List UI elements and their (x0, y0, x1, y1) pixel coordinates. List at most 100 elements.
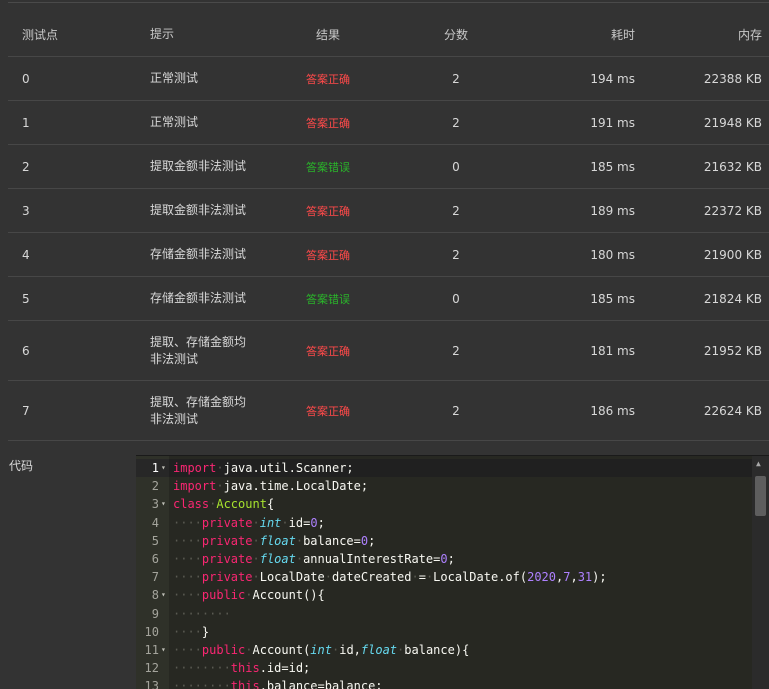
header-time: 耗时 (610, 27, 635, 42)
test-point-id: 1 (22, 115, 30, 130)
test-results-table: 测试点 提示 结果 分数 耗时 内存 0 正常测试 答案正确 2 194 ms 22388… (8, 12, 769, 441)
code-text: ····public·Account(){ (173, 588, 325, 603)
code-text: ········this.id=id; (173, 661, 311, 676)
time-cell: 180 ms (590, 247, 635, 262)
hint-cell: 提取金额非法测试 (150, 189, 246, 232)
code-text: ····private·int·id=0; (173, 515, 325, 530)
result-status: 答案正确 (306, 116, 350, 130)
header-test-point: 测试点 (22, 27, 59, 42)
line-number: 8 (151, 588, 159, 603)
code-line[interactable]: 10 ····} (136, 623, 752, 641)
time-cell: 185 ms (590, 159, 635, 174)
code-line[interactable]: 7 ····private·LocalDate·dateCreated·=·Loc… (136, 568, 752, 586)
score-cell: 0 (452, 159, 460, 174)
code-line[interactable]: 6 ····private·float·annualInterestRate=0; (136, 550, 752, 568)
memory-cell: 21824 KB (703, 291, 762, 306)
result-status: 答案正确 (306, 248, 350, 262)
test-point-id: 7 (22, 403, 30, 418)
result-status: 答案正确 (306, 404, 350, 418)
hint-line: 非法测试 (150, 351, 199, 366)
table-row: 6 提取、存储金额均 非法测试 答案正确 2 181 ms 21952 KB (8, 321, 769, 381)
table-row: 5 存储金额非法测试 答案错误 0 185 ms 21824 KB (8, 277, 769, 321)
memory-cell: 21952 KB (703, 343, 762, 358)
line-number: 4 (151, 515, 159, 530)
line-number: 2 (151, 479, 159, 494)
score-cell: 2 (452, 115, 460, 130)
code-line[interactable]: 12 ········this.id=id; (136, 659, 752, 677)
code-line[interactable]: 2 import·java.time.LocalDate; (136, 477, 752, 495)
line-number: 11 (144, 643, 159, 657)
test-point-id: 0 (22, 71, 30, 86)
hint-cell: 提取、存储金额均 非法测试 (150, 321, 246, 380)
code-line[interactable]: 4 ····private·int·id=0; (136, 514, 752, 532)
test-point-id: 6 (22, 343, 30, 358)
memory-cell: 22388 KB (703, 71, 762, 86)
time-cell: 191 ms (590, 115, 635, 130)
memory-cell: 22372 KB (703, 203, 762, 218)
code-text: ····public·Account(int·id,float·balance)… (173, 643, 470, 657)
table-row: 2 提取金额非法测试 答案错误 0 185 ms 21632 KB (8, 145, 769, 189)
code-text: ····} (173, 624, 210, 639)
hint-cell: 提取金额非法测试 (150, 145, 246, 188)
hint-cell: 正常测试 (150, 101, 198, 144)
result-status: 答案正确 (306, 72, 350, 86)
table-row: 1 正常测试 答案正确 2 191 ms 21948 KB (8, 101, 769, 145)
memory-cell: 21632 KB (703, 159, 762, 174)
score-cell: 2 (452, 203, 460, 218)
score-cell: 2 (452, 403, 460, 418)
table-row: 3 提取金额非法测试 答案正确 2 189 ms 22372 KB (8, 189, 769, 233)
vertical-scrollbar[interactable]: ▲ (752, 456, 769, 689)
fold-arrow-icon[interactable]: ▾ (161, 495, 166, 513)
hint-cell: 正常测试 (150, 57, 198, 100)
code-line[interactable]: 8 ▾ ····public·Account(){ (136, 586, 752, 604)
fold-arrow-icon[interactable]: ▾ (161, 641, 166, 659)
header-score: 分数 (443, 27, 468, 42)
table-row: 4 存储金额非法测试 答案正确 2 180 ms 21900 KB (8, 233, 769, 277)
test-point-id: 5 (22, 291, 30, 306)
code-line[interactable]: 5 ····private·float·balance=0; (136, 532, 752, 550)
code-line[interactable]: 9 ········ (136, 605, 752, 623)
hint-text: 正常测试 (150, 115, 199, 129)
hint-text: 存储金额非法测试 (150, 247, 247, 261)
score-cell: 2 (452, 71, 460, 86)
code-line[interactable]: 13 ········this.balance=balance; (136, 677, 752, 689)
hint-line: 非法测试 (150, 411, 199, 426)
code-label: 代码 (9, 459, 34, 473)
score-cell: 2 (452, 247, 460, 262)
line-number: 1 (151, 461, 159, 475)
line-number: 9 (151, 606, 159, 621)
fold-arrow-icon[interactable]: ▾ (161, 459, 166, 477)
memory-cell: 21948 KB (703, 115, 762, 130)
code-line[interactable]: 1 ▾ import·java.util.Scanner; (136, 459, 752, 477)
code-text: import·java.util.Scanner; (173, 461, 354, 475)
code-line[interactable]: 11 ▾ ····public·Account(int·id,float·balan… (136, 641, 752, 659)
result-status: 答案错误 (306, 160, 350, 174)
test-point-id: 3 (22, 203, 30, 218)
code-text: class·Account{ (173, 497, 275, 512)
hint-cell: 存储金额非法测试 (150, 277, 246, 320)
code-text: import·java.time.LocalDate; (173, 479, 369, 494)
test-point-id: 4 (22, 247, 30, 262)
header-memory: 内存 (737, 27, 762, 42)
top-divider (8, 2, 769, 3)
code-editor[interactable]: 1 ▾ import·java.util.Scanner; 2 import·java.… (136, 455, 769, 689)
line-number: 5 (151, 533, 159, 548)
line-number: 7 (151, 570, 159, 585)
line-number: 6 (151, 552, 159, 566)
scroll-up-arrow-icon[interactable]: ▲ (756, 459, 761, 468)
scrollbar-thumb[interactable] (755, 476, 766, 516)
test-point-id: 2 (22, 159, 30, 174)
code-text: ····private·float·annualInterestRate=0; (173, 552, 455, 566)
time-cell: 181 ms (590, 343, 635, 358)
hint-line: 提取、存储金额均 (150, 334, 247, 349)
code-text: ········ (173, 606, 231, 621)
result-status: 答案正确 (306, 344, 350, 358)
fold-arrow-icon[interactable]: ▾ (161, 586, 166, 604)
code-line[interactable]: 3 ▾ class·Account{ (136, 495, 752, 513)
time-cell: 186 ms (590, 403, 635, 418)
line-number: 13 (144, 679, 159, 689)
hint-text: 提取金额非法测试 (150, 159, 247, 173)
header-result: 结果 (315, 27, 340, 42)
time-cell: 185 ms (590, 291, 635, 306)
result-status: 答案正确 (306, 204, 350, 218)
